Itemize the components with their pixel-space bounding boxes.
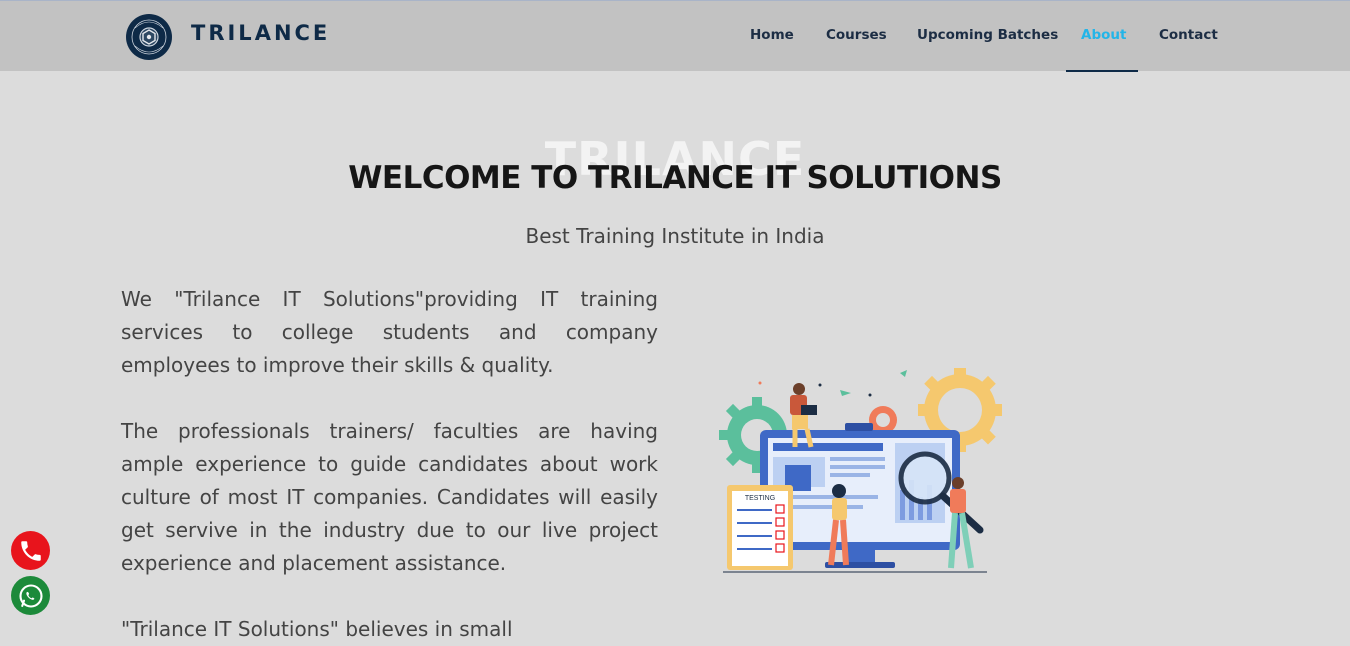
- testing-clipboard: TESTING: [727, 485, 793, 570]
- call-button[interactable]: [11, 531, 50, 570]
- phone-icon: [20, 540, 41, 561]
- about-paragraph: "Trilance IT Solutions" believes in smal…: [121, 617, 513, 641]
- nav-contact[interactable]: Contact: [1159, 27, 1218, 43]
- clipboard-label: TESTING: [745, 495, 775, 502]
- page-title: WELCOME TO TRILANCE IT SOLUTIONS: [348, 160, 1002, 196]
- trilance-logo[interactable]: [126, 14, 172, 60]
- about-paragraph: The professionals trainers/ faculties ar…: [121, 419, 658, 575]
- orange-gear-icon: [869, 406, 897, 434]
- it-training-illustration: TESTING: [719, 368, 1002, 573]
- about-paragraph: We "Trilance IT Solutions"providing IT t…: [121, 287, 658, 377]
- nav-home[interactable]: Home: [750, 27, 794, 43]
- active-nav-indicator: [1066, 70, 1138, 72]
- page-subtitle: Best Training Institute in India: [525, 224, 825, 248]
- brand-name[interactable]: TRILANCE: [191, 21, 330, 45]
- nav-courses[interactable]: Courses: [826, 27, 887, 43]
- whatsapp-button[interactable]: [11, 576, 50, 615]
- nav-upcoming-batches[interactable]: Upcoming Batches: [917, 27, 1058, 43]
- top-navbar: TRILANCE Home Courses Upcoming Batches A…: [0, 0, 1350, 72]
- nav-about[interactable]: About: [1081, 27, 1126, 43]
- whatsapp-icon: [18, 583, 43, 608]
